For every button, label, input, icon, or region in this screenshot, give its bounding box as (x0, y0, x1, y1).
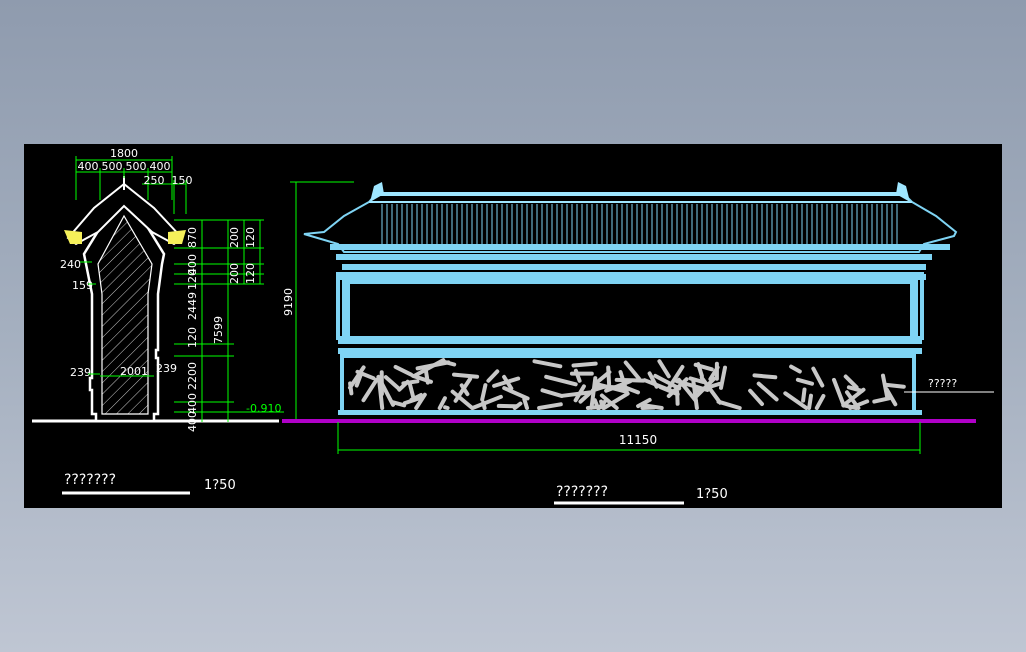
elevation-height: 9190 (282, 288, 295, 316)
section-right-label-239: 239 (156, 362, 177, 375)
section-sub-200b: 200 (228, 263, 241, 284)
section-left-label-239: 239 (70, 366, 91, 379)
section-ground-level: -0.910 (246, 402, 281, 415)
elevation-annotation: ????? (928, 377, 957, 390)
section-dim-870: 870 (186, 227, 199, 248)
section-dim-400c: 400 (186, 411, 199, 432)
section-dim-2200: 2200 (186, 362, 199, 390)
section-width-total: 1800 (110, 147, 138, 160)
section-roof-left-tile (64, 230, 82, 244)
section-top-right-2: 150 (172, 174, 193, 187)
section-dim-total-7599: 7599 (212, 316, 225, 344)
section-width-4: 400 (150, 160, 171, 173)
wall-section: 1800 400 500 500 400 250 150 240 159 239… (32, 147, 284, 495)
section-left-label-240: 240 (60, 258, 81, 271)
section-title: ??????? (64, 472, 116, 488)
section-width-1: 400 (78, 160, 99, 173)
section-sub-200a: 200 (228, 227, 241, 248)
elevation-length: 11150 (619, 433, 657, 447)
elevation-title: ??????? (556, 484, 608, 500)
section-dim-120a: 120 (186, 269, 199, 290)
section-scale: 1?50 (204, 478, 236, 493)
section-dim-2449: 2449 (186, 292, 199, 320)
elevation-scale: 1?50 (696, 487, 728, 502)
section-width-2: 500 (102, 160, 123, 173)
section-sub-120a: 120 (244, 227, 257, 248)
cad-drawing-canvas: 1800 400 500 500 400 250 150 240 159 239… (24, 144, 1002, 508)
section-roof-right-tile (168, 230, 186, 244)
section-width-3: 500 (126, 160, 147, 173)
section-dim-120b: 120 (186, 327, 199, 348)
wall-elevation: 9190 ????? 11150 ??????? 1?50 (282, 181, 994, 505)
section-top-right-1: 250 (144, 174, 165, 187)
cad-drawing: 1800 400 500 500 400 250 150 240 159 239… (32, 147, 994, 505)
section-left-label-159: 159 (72, 279, 93, 292)
section-sub-120b: 120 (244, 263, 257, 284)
section-base-width: 2001 (120, 365, 148, 378)
section-dim-400b: 400 (186, 393, 199, 414)
